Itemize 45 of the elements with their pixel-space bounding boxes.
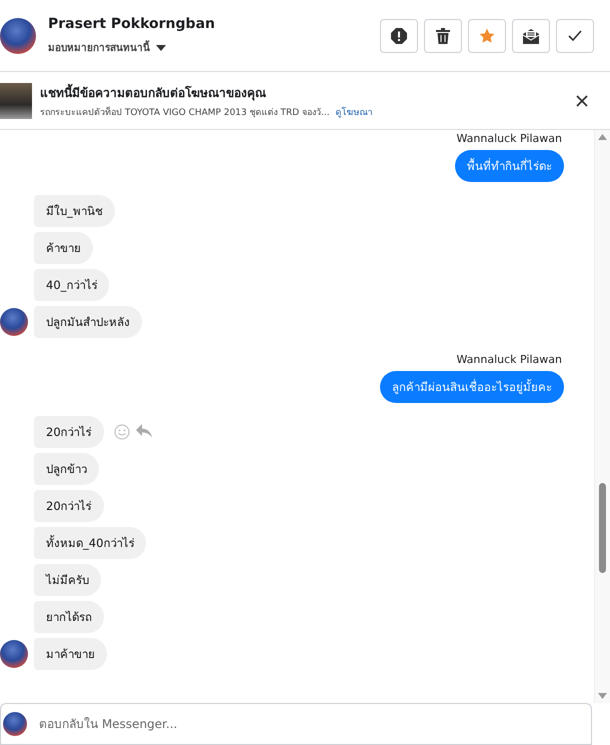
message-bubble: 40_กว่าไร่ <box>34 269 110 301</box>
trash-icon <box>436 28 450 44</box>
scrollbar[interactable] <box>594 130 610 703</box>
contact-name: Prasert Pokkorngban <box>48 16 216 32</box>
avatar <box>0 640 28 668</box>
message-bubble: ค้าขาย <box>34 232 93 264</box>
message-bubble: ปลูกข้าว <box>34 453 99 485</box>
avatar <box>3 712 27 736</box>
view-ad-link[interactable]: ดูโฆษณา <box>336 104 373 118</box>
message-bubble: ทั้งหมด_40กว่าไร่ <box>34 527 146 559</box>
message-bubble: มาค้าขาย <box>34 638 107 670</box>
message-bubble: ลูกค้ามีผ่อนสินเชื่ออะไรอยู่มั้ยคะ <box>380 371 564 403</box>
ad-reply-title: แชทนี้มีข้อความตอบกลับต่อโฆษณาของคุณ <box>40 82 267 102</box>
close-button[interactable] <box>576 94 588 106</box>
message-bubble: 20กว่าไร่ <box>34 416 104 448</box>
sender-name: Wannaluck Pilawan <box>456 132 562 145</box>
done-button[interactable] <box>556 18 594 52</box>
unread-button[interactable] <box>512 18 550 52</box>
ad-description: รถกระบะแคปตัวท็อป TOYOTA VIGO CHAMP 2013 ชุดแต่ง TRD จองวั... <box>40 106 330 118</box>
envelope-icon <box>523 28 539 44</box>
close-icon <box>576 94 588 106</box>
avatar <box>0 308 28 336</box>
star-icon <box>479 28 495 44</box>
sender-name: Wannaluck Pilawan <box>456 353 562 366</box>
message-bubble: ยากได้รถ <box>34 601 104 633</box>
message-bubble: มีใบ_พานิช <box>34 195 115 227</box>
avatar <box>0 18 36 54</box>
message-bubble: 20กว่าไร่ <box>34 490 104 522</box>
checkmark-icon <box>568 30 582 42</box>
scroll-thumb[interactable] <box>599 483 606 573</box>
delete-button[interactable] <box>424 18 462 52</box>
photo-placeholder <box>0 82 32 118</box>
scroll-up-icon[interactable] <box>598 134 607 140</box>
message-bubble: ปลูกมันสำปะหลัง <box>34 306 142 338</box>
reply-box[interactable]: ตอบกลับใน Messenger... <box>0 703 592 745</box>
smiley-icon[interactable] <box>114 424 130 440</box>
reply-icon[interactable] <box>136 424 152 438</box>
message-bubble: ไม่มีครับ <box>34 564 101 596</box>
scroll-down-icon[interactable] <box>598 693 607 699</box>
message-bubble: พื้นที่ทำกินกี่ไร่ดะ <box>455 150 564 182</box>
caret-icon <box>156 44 166 50</box>
assign-dropdown[interactable]: มอบหมายการสนทนานี้ <box>48 40 380 55</box>
report-button[interactable] <box>380 18 418 52</box>
alert-icon <box>391 28 407 44</box>
star-button[interactable] <box>468 18 506 52</box>
